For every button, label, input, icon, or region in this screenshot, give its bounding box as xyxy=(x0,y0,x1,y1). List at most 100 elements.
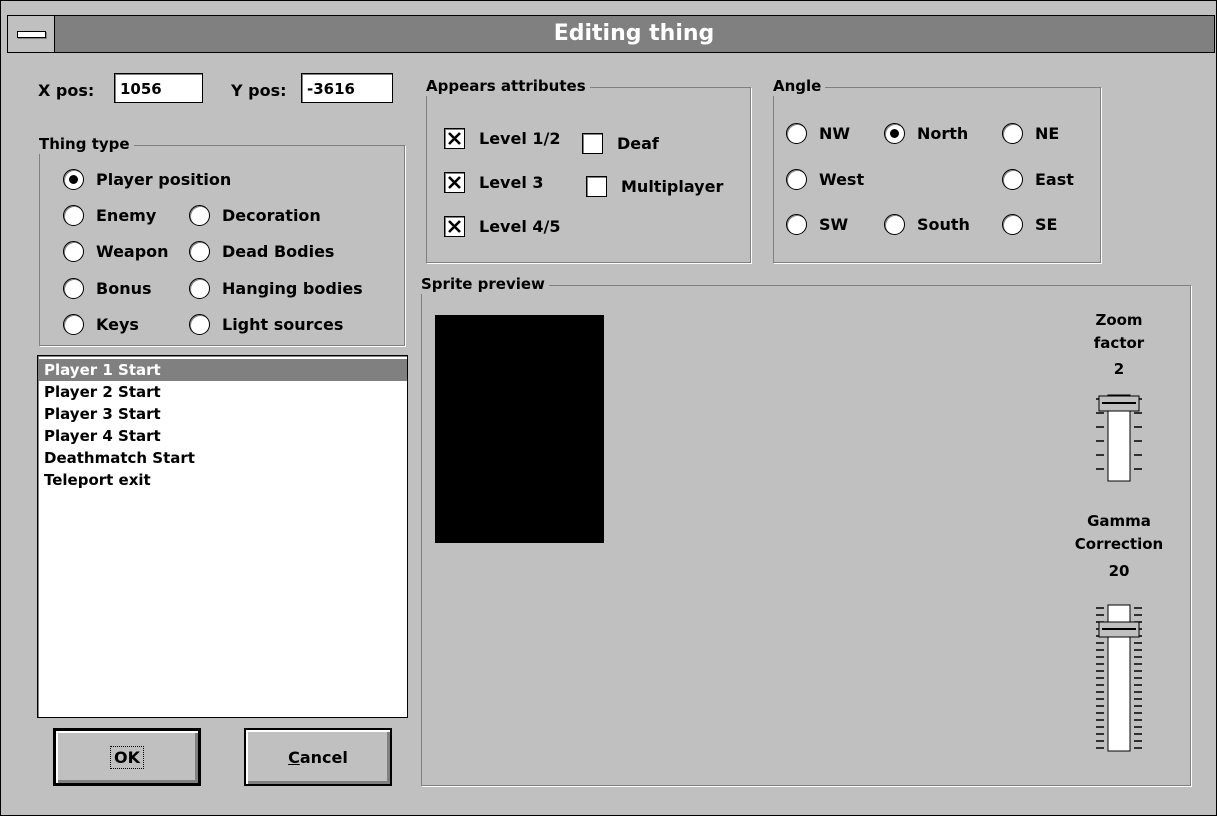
radio-angle-south[interactable]: South xyxy=(884,214,970,235)
radio-weapon[interactable]: Weapon xyxy=(63,241,169,262)
check-mark-icon xyxy=(444,216,465,237)
radio-icon xyxy=(63,205,84,226)
radio-icon xyxy=(63,278,84,299)
radio-label: Player position xyxy=(96,170,232,189)
system-menu-button[interactable] xyxy=(8,16,55,52)
radio-angle-west[interactable]: West xyxy=(786,169,864,190)
radio-label: SW xyxy=(819,215,849,234)
list-item[interactable]: Teleport exit xyxy=(38,469,407,491)
radio-player-position[interactable]: Player position xyxy=(63,169,231,190)
radio-label: Enemy xyxy=(96,206,157,225)
radio-icon xyxy=(1002,169,1023,190)
radio-label: NE xyxy=(1035,124,1060,143)
radio-dead-bodies[interactable]: Dead Bodies xyxy=(189,241,334,262)
thing-type-caption: Thing type xyxy=(39,134,134,154)
radio-label: North xyxy=(917,124,969,143)
radio-hanging-bodies[interactable]: Hanging bodies xyxy=(189,278,363,299)
check-mark-icon xyxy=(444,128,465,149)
radio-angle-nw[interactable]: NW xyxy=(786,123,850,144)
cancel-button-label: ancel xyxy=(299,747,348,767)
radio-selected-icon xyxy=(884,123,905,144)
window-title: Editing thing xyxy=(553,21,715,46)
radio-label: Hanging bodies xyxy=(222,279,363,298)
checkbox-icon xyxy=(586,176,607,197)
editing-thing-dialog: Editing thing X pos: 1056 Y pos: -3616 T… xyxy=(0,0,1217,816)
list-item[interactable]: Player 1 Start xyxy=(38,359,407,381)
checkbox-label: Level 3 xyxy=(479,173,544,192)
radio-label: NW xyxy=(819,124,851,143)
checkbox-deaf[interactable]: Deaf xyxy=(582,133,659,154)
checkbox-level-1-2[interactable]: Level 1/2 xyxy=(444,128,561,149)
checkbox-icon xyxy=(582,133,603,154)
radio-icon xyxy=(189,314,210,335)
checkbox-multiplayer[interactable]: Multiplayer xyxy=(586,176,723,197)
x-pos-input[interactable]: 1056 xyxy=(114,73,203,103)
ok-button[interactable]: OK xyxy=(53,728,201,786)
radio-bonus[interactable]: Bonus xyxy=(63,278,152,299)
radio-selected-icon xyxy=(63,169,84,190)
radio-label: Dead Bodies xyxy=(222,242,335,261)
y-pos-input[interactable]: -3616 xyxy=(301,73,393,103)
radio-icon xyxy=(189,241,210,262)
radio-label: Light sources xyxy=(222,315,344,334)
radio-icon xyxy=(786,169,807,190)
sprite-preview-canvas xyxy=(435,315,604,543)
check-mark-icon xyxy=(444,172,465,193)
radio-label: West xyxy=(819,170,865,189)
list-item[interactable]: Player 3 Start xyxy=(38,403,407,425)
radio-label: Decoration xyxy=(222,206,321,225)
radio-label: Keys xyxy=(96,315,139,334)
radio-angle-sw[interactable]: SW xyxy=(786,214,848,235)
ok-button-label: OK xyxy=(110,745,144,769)
radio-keys[interactable]: Keys xyxy=(63,314,139,335)
radio-icon xyxy=(189,278,210,299)
radio-angle-se[interactable]: SE xyxy=(1002,214,1057,235)
radio-icon xyxy=(1002,123,1023,144)
title-bar: Editing thing xyxy=(7,15,1215,53)
list-item[interactable]: Player 2 Start xyxy=(38,381,407,403)
thing-listbox[interactable]: Player 1 Start Player 2 Start Player 3 S… xyxy=(37,355,408,718)
radio-icon xyxy=(63,314,84,335)
list-item[interactable]: Player 4 Start xyxy=(38,425,407,447)
checkbox-label: Level 4/5 xyxy=(479,217,561,236)
checkbox-label: Level 1/2 xyxy=(479,129,561,148)
y-pos-label: Y pos: xyxy=(231,81,287,100)
radio-icon xyxy=(884,214,905,235)
radio-icon xyxy=(63,241,84,262)
system-menu-icon xyxy=(17,31,46,38)
zoom-value: 2 xyxy=(1113,360,1125,378)
cancel-button[interactable]: Cancel xyxy=(244,728,392,786)
appears-attributes-caption: Appears attributes xyxy=(426,76,590,96)
radio-angle-east[interactable]: East xyxy=(1002,169,1074,190)
radio-label: East xyxy=(1035,170,1074,189)
zoom-label-line1: Zoom xyxy=(1095,311,1143,329)
zoom-label-line2: factor xyxy=(1093,334,1145,352)
radio-label: Bonus xyxy=(96,279,152,298)
list-item[interactable]: Deathmatch Start xyxy=(38,447,407,469)
radio-icon xyxy=(786,214,807,235)
radio-decoration[interactable]: Decoration xyxy=(189,205,321,226)
radio-angle-north[interactable]: North xyxy=(884,123,968,144)
x-pos-label: X pos: xyxy=(38,81,95,100)
zoom-slider[interactable] xyxy=(1084,391,1154,483)
radio-label: SE xyxy=(1035,215,1058,234)
gamma-slider[interactable] xyxy=(1084,601,1154,755)
radio-enemy[interactable]: Enemy xyxy=(63,205,156,226)
checkbox-level-4-5[interactable]: Level 4/5 xyxy=(444,216,561,237)
radio-icon xyxy=(786,123,807,144)
radio-label: South xyxy=(917,215,970,234)
checkbox-label: Deaf xyxy=(617,134,659,153)
radio-light-sources[interactable]: Light sources xyxy=(189,314,343,335)
radio-icon xyxy=(189,205,210,226)
gamma-label-line2: Correction xyxy=(1074,535,1164,553)
cancel-mnemonic: C xyxy=(288,747,300,767)
sprite-preview-caption: Sprite preview xyxy=(421,274,549,294)
checkbox-level-3[interactable]: Level 3 xyxy=(444,172,544,193)
gamma-label-line1: Gamma xyxy=(1087,512,1151,530)
checkbox-label: Multiplayer xyxy=(621,177,724,196)
angle-caption: Angle xyxy=(773,76,826,96)
radio-angle-ne[interactable]: NE xyxy=(1002,123,1059,144)
radio-label: Weapon xyxy=(96,242,169,261)
radio-icon xyxy=(1002,214,1023,235)
gamma-value: 20 xyxy=(1108,562,1130,580)
